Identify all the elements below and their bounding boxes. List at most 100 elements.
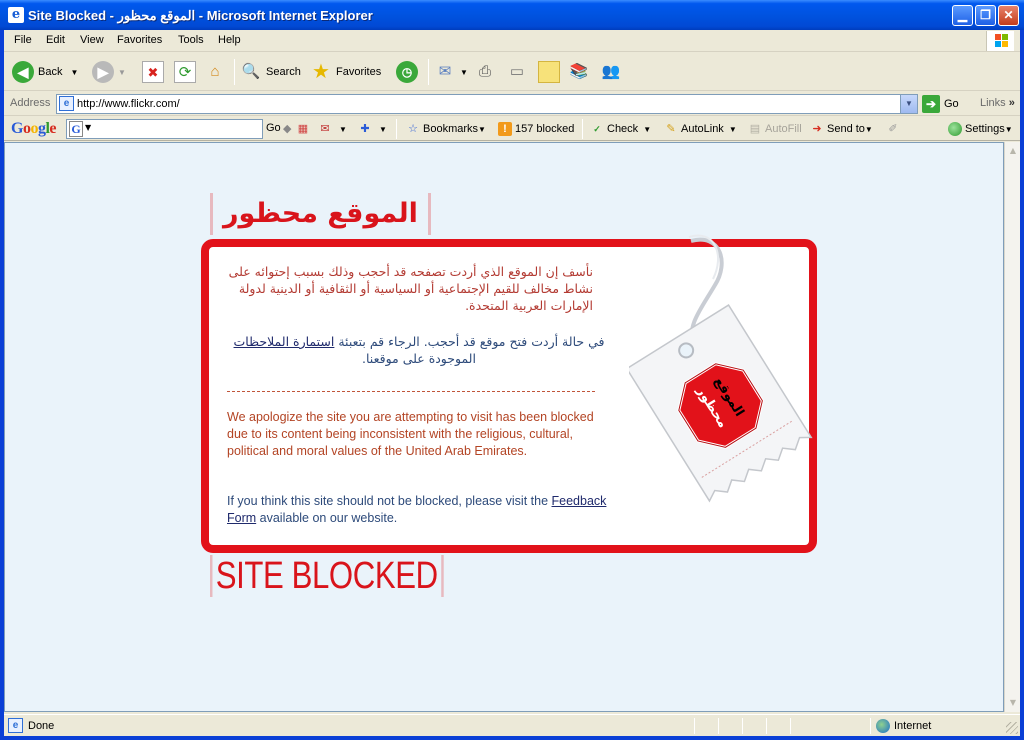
- chevron-down-icon: ▼: [1004, 124, 1013, 134]
- menu-edit[interactable]: Edit: [46, 34, 65, 46]
- vertical-scrollbar[interactable]: ▲ ▼: [1004, 142, 1020, 712]
- home-button[interactable]: ⌂: [204, 59, 230, 85]
- bookmarks-button[interactable]: ☆ Bookmarks ▼: [406, 122, 486, 136]
- print-button[interactable]: ⎙: [474, 59, 500, 85]
- menu-help[interactable]: Help: [218, 34, 241, 46]
- status-divider: [742, 718, 743, 734]
- chevron-down-icon: ▼: [379, 124, 387, 134]
- popup-blocker-icon: !: [498, 122, 512, 136]
- scroll-down-icon[interactable]: ▼: [1006, 696, 1020, 710]
- address-bar: Address e http://www.flickr.com/ ▼ ➔ Go …: [4, 92, 1020, 116]
- google-logo[interactable]: Google: [11, 120, 56, 138]
- browser-window: e Site Blocked - الموقع محظور - Microsof…: [0, 0, 1024, 740]
- arabic-feedback-link[interactable]: استمارة الملاحظات: [234, 334, 335, 349]
- forward-button[interactable]: ▶ ▼: [92, 59, 126, 85]
- search-site-icon: ▦: [297, 123, 309, 135]
- page-icon: e: [59, 96, 74, 111]
- address-url: http://www.flickr.com/: [77, 98, 180, 110]
- puzzle-icon: ✚: [360, 123, 370, 135]
- toolbar-divider: [582, 119, 583, 139]
- highlighter-button[interactable]: ✐: [886, 122, 903, 136]
- scroll-up-icon[interactable]: ▲: [1006, 144, 1020, 158]
- research-button[interactable]: 📚: [568, 59, 594, 85]
- check-label: Check: [607, 123, 639, 135]
- autofill-label: AutoFill: [765, 123, 802, 135]
- google-puzzle-button[interactable]: ✚ ▼: [358, 122, 387, 136]
- history-button[interactable]: ◷: [396, 59, 422, 85]
- close-button[interactable]: ✕: [998, 5, 1019, 26]
- back-button[interactable]: ◀ Back ▼: [12, 59, 78, 85]
- google-go-button[interactable]: Go: [266, 122, 281, 134]
- links-button[interactable]: Links »: [980, 97, 1015, 109]
- edit-button[interactable]: ▭: [506, 59, 532, 85]
- arabic-apology-text: نأسف إن الموقع الذي أردت تصفحه قد أحجب و…: [228, 264, 593, 313]
- divider-line: [227, 391, 595, 392]
- status-divider: [694, 718, 695, 734]
- back-label: Back: [38, 66, 63, 78]
- google-search-site-button[interactable]: ▦: [296, 122, 313, 136]
- popup-blocked-button[interactable]: ! 157 blocked: [498, 122, 574, 136]
- restore-button[interactable]: ❐: [975, 5, 996, 26]
- internet-zone-icon: [876, 719, 890, 733]
- windows-logo-icon: [986, 31, 1014, 51]
- wand-icon: ✎: [666, 123, 676, 135]
- forward-arrow-icon: ▶: [92, 61, 114, 83]
- arabic-feedback-text: في حالة أردت فتح موقع قد أحجب. الرجاء قم…: [229, 333, 609, 367]
- settings-button[interactable]: Settings ▼: [948, 122, 1013, 136]
- menu-file[interactable]: File: [14, 34, 32, 46]
- menu-bar: File Edit View Favorites Tools Help: [4, 30, 1020, 52]
- stop-icon: ✖: [142, 61, 164, 83]
- status-divider: [790, 718, 791, 734]
- google-news-button[interactable]: ✉ ▼: [318, 122, 347, 136]
- grip-icon: ◆: [283, 123, 292, 135]
- minimize-button[interactable]: ▁: [952, 5, 973, 26]
- bookmarks-label: Bookmarks: [423, 123, 479, 135]
- autolink-button[interactable]: ✎ AutoLink ▼: [664, 122, 737, 136]
- search-button[interactable]: 🔍 Search: [240, 59, 301, 85]
- search-icon: 🔍: [241, 63, 261, 80]
- search-label: Search: [266, 66, 301, 78]
- autofill-button[interactable]: ▤ AutoFill: [748, 122, 802, 136]
- menu-tools[interactable]: Tools: [178, 34, 204, 46]
- refresh-icon: ⟳: [174, 61, 196, 83]
- favorites-button[interactable]: ★ Favorites: [310, 59, 381, 85]
- messenger-button[interactable]: 👥: [600, 59, 626, 85]
- messenger-icon: 👥: [601, 63, 621, 80]
- go-button[interactable]: ➔ Go: [922, 95, 959, 113]
- status-text: Done: [28, 720, 55, 732]
- english-feedback-intro: If you think this site should not be blo…: [227, 494, 549, 508]
- sendto-label: Send to: [827, 123, 865, 135]
- chevron-down-icon: ▼: [643, 124, 652, 134]
- send-to-button[interactable]: ➜ Send to ▼: [810, 122, 872, 136]
- google-toolbar: Google G ▼ Go ◆ ▦ ✉ ▼ ✚ ▼ ☆ Bookmarks ▼ ! 157…: [4, 117, 1020, 141]
- settings-label: Settings: [965, 123, 1005, 135]
- address-dropdown-button[interactable]: ▼: [900, 95, 917, 113]
- chevron-down-icon: ▼: [118, 67, 126, 77]
- ie-logo-icon: e: [8, 7, 24, 23]
- google-search-input[interactable]: G ▼: [66, 119, 263, 139]
- highlighter-icon: ✐: [888, 123, 898, 135]
- chevron-down-icon: ▼: [70, 67, 79, 77]
- print-icon: ⎙: [478, 63, 491, 80]
- address-input[interactable]: e http://www.flickr.com/ ▼: [56, 94, 918, 114]
- mail-button[interactable]: ✉ ▼: [434, 59, 468, 85]
- discuss-button[interactable]: [538, 59, 564, 85]
- autolink-label: AutoLink: [681, 123, 724, 135]
- security-zone: Internet: [894, 720, 932, 732]
- menu-view[interactable]: View: [80, 34, 104, 46]
- spell-check-button[interactable]: ✓ Check ▼: [590, 122, 651, 136]
- blocked-count: 157 blocked: [515, 123, 575, 135]
- home-icon: ⌂: [210, 63, 220, 80]
- chevron-down-icon: ▼: [728, 124, 737, 134]
- refresh-button[interactable]: ⟳: [174, 59, 200, 85]
- send-arrow-icon: ➜: [812, 123, 822, 135]
- title-bar: e Site Blocked - الموقع محظور - Microsof…: [0, 0, 1024, 30]
- window-bottom-border: [0, 736, 1024, 740]
- google-g-icon: G: [69, 121, 83, 137]
- english-feedback-end: available on our website.: [259, 511, 398, 525]
- stop-button[interactable]: ✖: [142, 59, 168, 85]
- menu-favorites[interactable]: Favorites: [117, 34, 162, 46]
- research-icon: 📚: [569, 63, 589, 80]
- resize-grip-icon[interactable]: [1006, 722, 1018, 734]
- chevron-down-icon: ▼: [460, 67, 468, 77]
